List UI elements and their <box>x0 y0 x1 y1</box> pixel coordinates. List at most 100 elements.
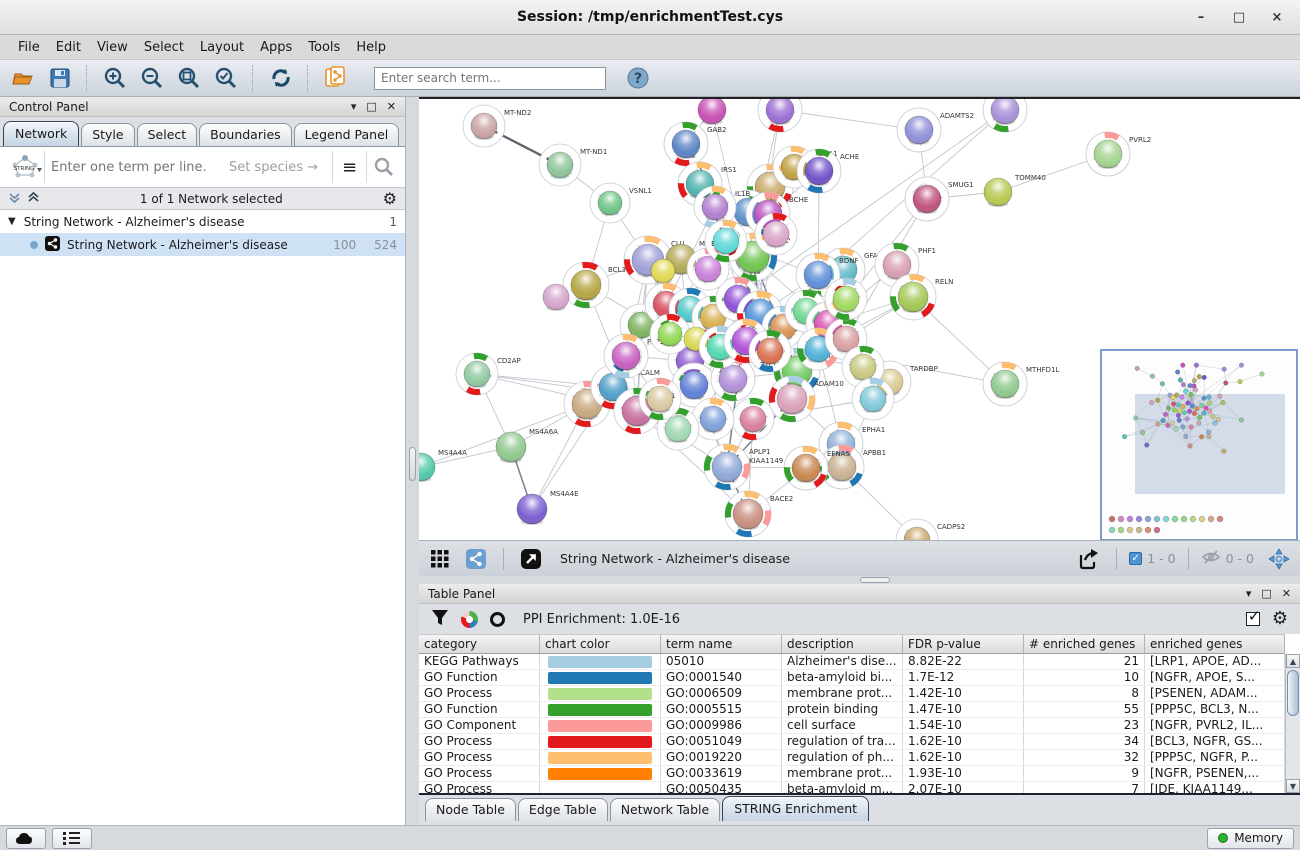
filter-funnel-icon[interactable] <box>431 609 449 630</box>
table-row[interactable]: GO ProcessGO:0033619membrane prot...1.93… <box>419 766 1300 782</box>
open-window-icon[interactable] <box>516 545 546 573</box>
tab-network-table[interactable]: Network Table <box>610 798 721 821</box>
task-list-icon[interactable] <box>52 828 92 849</box>
table-row[interactable]: GO FunctionGO:0001540beta-amyloid bi...1… <box>419 670 1300 686</box>
panel-close-icon[interactable]: ✕ <box>1282 587 1291 600</box>
network-panel-gear-icon[interactable]: ⚙ <box>383 191 397 207</box>
tab-edge-table[interactable]: Edge Table <box>518 798 608 821</box>
save-icon[interactable] <box>45 64 75 92</box>
string-logo-icon[interactable]: STRING <box>5 151 45 183</box>
network-node[interactable]: SMUG1 <box>905 177 973 221</box>
horizontal-splitter[interactable] <box>419 576 1300 584</box>
network-node[interactable]: PVRL2 <box>1086 132 1151 176</box>
splitter-handle[interactable] <box>860 577 890 583</box>
column-header-4[interactable]: description <box>782 634 903 654</box>
network-node[interactable]: MTHFD1L <box>983 362 1059 406</box>
menu-item-view[interactable]: View <box>89 37 136 58</box>
set-species-label[interactable]: Set species → <box>229 160 318 175</box>
zoom-selected-icon[interactable] <box>211 64 241 92</box>
menu-item-apps[interactable]: Apps <box>252 37 300 58</box>
menu-item-file[interactable]: File <box>10 37 48 58</box>
cloud-icon[interactable] <box>6 828 46 849</box>
draw-charts-icon[interactable] <box>461 611 478 628</box>
close-button[interactable]: × <box>1270 10 1284 25</box>
network-view[interactable]: MT-ND2MT-ND1VSNL1GAB2IRS1CHATABCA1ACHETN… <box>419 97 1300 540</box>
menu-item-edit[interactable]: Edit <box>48 37 89 58</box>
network-node[interactable] <box>543 284 569 311</box>
panel-collapse-icon[interactable]: ▾ <box>351 100 357 113</box>
menu-item-select[interactable]: Select <box>136 37 192 58</box>
tab-style[interactable]: Style <box>81 123 134 146</box>
column-header-1[interactable]: category <box>419 634 540 654</box>
tab-boundaries[interactable]: Boundaries <box>199 123 291 146</box>
scroll-up-icon[interactable]: ▲ <box>1286 654 1300 668</box>
help-icon[interactable]: ? <box>623 64 653 92</box>
network-node[interactable]: CD2AP <box>456 353 521 395</box>
collection-expand-icon[interactable]: ▼ <box>8 216 16 227</box>
memory-button[interactable]: Memory <box>1207 828 1294 849</box>
network-node[interactable]: VSNL1 <box>590 183 652 223</box>
network-row[interactable]: String Network - Alzheimer's disease 100… <box>0 233 405 256</box>
network-node[interactable]: BCL3 <box>563 262 626 308</box>
scrollbar-thumb[interactable] <box>1287 670 1299 716</box>
share-blue-icon[interactable] <box>461 545 491 573</box>
string-options-menu-icon[interactable]: ≡ <box>332 151 366 183</box>
network-node[interactable]: ACHE <box>797 149 859 193</box>
export-icon[interactable] <box>1074 545 1104 573</box>
network-node[interactable]: MS4A4E <box>517 490 579 525</box>
column-header-3[interactable]: term name <box>661 634 782 654</box>
network-node[interactable]: BACE2 <box>725 491 793 537</box>
network-node[interactable] <box>983 99 1027 132</box>
table-row[interactable]: GO ProcessGO:0019220regulation of ph...1… <box>419 750 1300 766</box>
search-input[interactable] <box>374 67 606 90</box>
splitter-handle[interactable] <box>409 447 416 481</box>
tab-node-table[interactable]: Node Table <box>425 798 516 821</box>
scroll-down-icon[interactable]: ▼ <box>1286 779 1300 793</box>
menu-item-tools[interactable]: Tools <box>300 37 348 58</box>
birdseye-view[interactable] <box>1100 349 1298 540</box>
network-node[interactable]: ADAM10 <box>769 376 844 422</box>
table-scrollbar[interactable]: ▲ ▼ <box>1285 654 1300 793</box>
tab-legend-panel[interactable]: Legend Panel <box>294 123 400 146</box>
expand-all-icon[interactable] <box>27 191 40 207</box>
menu-item-help[interactable]: Help <box>348 37 394 58</box>
table-row[interactable]: KEGG Pathways05010Alzheimer's dise...8.8… <box>419 654 1300 670</box>
column-header-6[interactable]: # enriched genes <box>1024 634 1145 654</box>
selected-checkbox-icon[interactable]: ✓ <box>1129 552 1142 565</box>
network-collection-row[interactable]: ▼ String Network - Alzheimer's disease 1 <box>0 210 405 233</box>
hidden-eye-icon[interactable] <box>1201 549 1221 568</box>
table-row[interactable]: GO ProcessGO:0006509membrane prot...1.42… <box>419 686 1300 702</box>
network-node[interactable] <box>698 99 726 125</box>
refresh-icon[interactable] <box>266 64 296 92</box>
reset-charts-icon[interactable] <box>490 612 505 627</box>
panel-float-icon[interactable]: □ <box>366 100 376 113</box>
minimize-button[interactable]: – <box>1194 10 1208 25</box>
zoom-fit-icon[interactable] <box>174 64 204 92</box>
tab-string-enrichment[interactable]: STRING Enrichment <box>722 796 869 821</box>
network-node[interactable]: GAB2 <box>664 122 726 166</box>
column-header-5[interactable]: FDR p-value <box>903 634 1024 654</box>
network-node[interactable]: MT-ND1 <box>539 144 607 186</box>
open-folder-icon[interactable] <box>8 64 38 92</box>
panel-collapse-icon[interactable]: ▾ <box>1246 587 1252 600</box>
enrichment-settings-gear-icon[interactable]: ⚙ <box>1272 610 1288 628</box>
panel-splitter[interactable] <box>406 97 419 825</box>
network-node[interactable] <box>650 314 690 354</box>
tab-select[interactable]: Select <box>137 123 198 146</box>
table-row[interactable]: GO ProcessGO:0050435beta-amyloid m...2.0… <box>419 782 1300 793</box>
network-node[interactable]: TOMM40 <box>984 174 1046 207</box>
select-all-icon[interactable] <box>1246 612 1260 626</box>
menu-item-layout[interactable]: Layout <box>192 37 252 58</box>
table-row[interactable]: GO ComponentGO:0009986cell surface1.54E-… <box>419 718 1300 734</box>
column-header-2[interactable]: chart color <box>540 634 661 654</box>
table-row[interactable]: GO FunctionGO:0005515protein binding1.47… <box>419 702 1300 718</box>
zoom-in-icon[interactable] <box>100 64 130 92</box>
network-node[interactable] <box>758 99 802 132</box>
collapse-all-icon[interactable] <box>8 191 21 207</box>
panel-float-icon[interactable]: □ <box>1261 587 1271 600</box>
network-node[interactable]: RELN <box>890 274 953 320</box>
network-node[interactable]: MS4A6A <box>496 428 558 463</box>
network-node[interactable]: MS4A4A <box>419 449 467 482</box>
string-query-input[interactable] <box>51 160 229 175</box>
birdseye-icon[interactable] <box>1264 545 1294 573</box>
